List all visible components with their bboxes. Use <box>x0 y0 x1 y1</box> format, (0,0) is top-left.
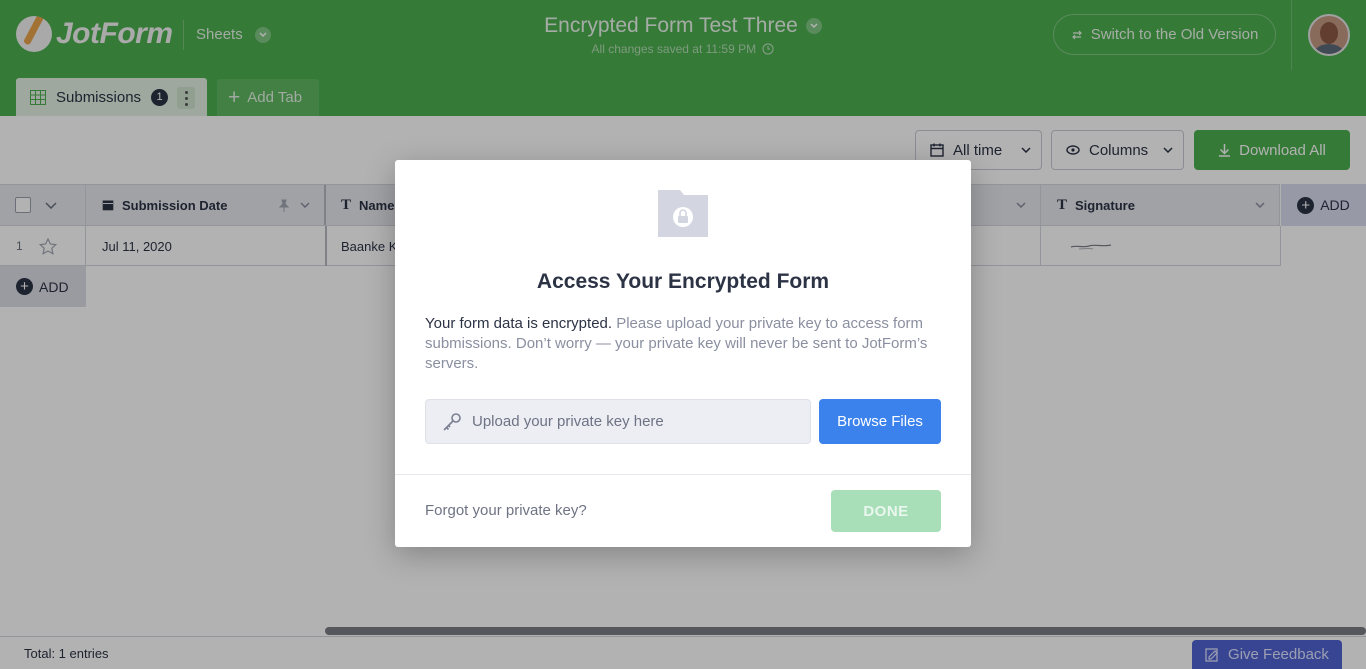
browse-files-button[interactable]: Browse Files <box>819 399 941 444</box>
locked-folder-icon <box>658 190 708 237</box>
browse-files-label: Browse Files <box>837 413 923 430</box>
private-key-input[interactable] <box>472 413 792 430</box>
done-button[interactable]: DONE <box>831 490 941 532</box>
modal-description: Your form data is encrypted. Please uplo… <box>425 314 945 374</box>
private-key-field[interactable] <box>425 399 811 444</box>
modal-title: Access Your Encrypted Form <box>536 270 830 293</box>
encrypted-form-modal: Access Your Encrypted Form Your form dat… <box>395 160 971 547</box>
key-icon <box>443 412 461 431</box>
modal-description-strong: Your form data is encrypted. <box>425 315 613 332</box>
done-label: DONE <box>863 502 909 520</box>
modal-divider <box>395 474 971 475</box>
forgot-private-key-link[interactable]: Forgot your private key? <box>425 502 587 519</box>
